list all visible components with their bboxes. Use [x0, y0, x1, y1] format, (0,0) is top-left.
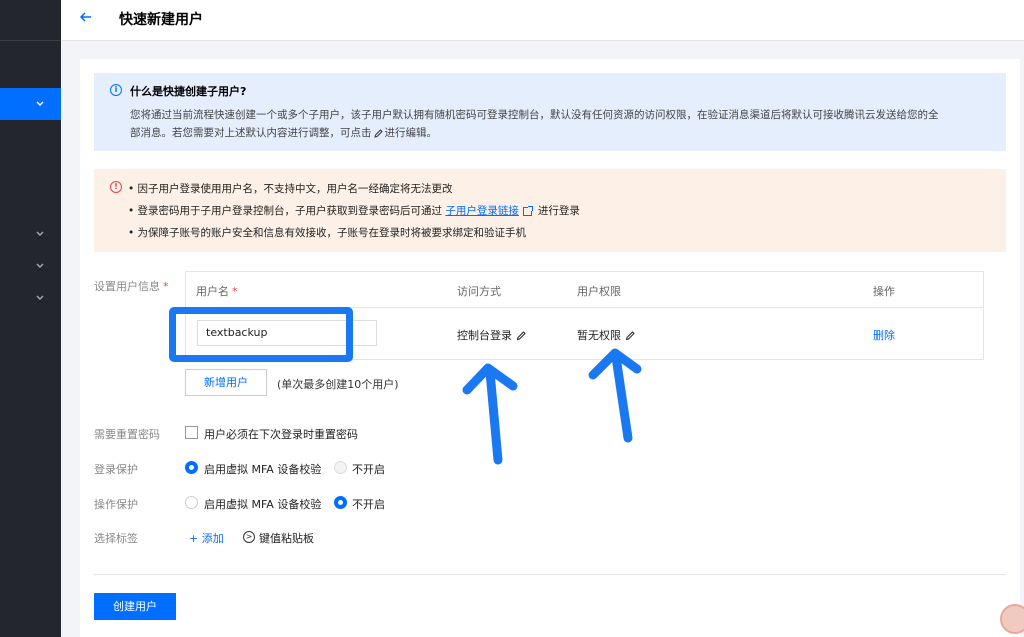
info-body-text: 进行编辑。	[384, 127, 438, 139]
col-action: 操作	[873, 285, 895, 298]
op-protect-off-label: 不开启	[352, 498, 385, 511]
sidebar-item-active[interactable]	[0, 88, 61, 120]
add-user-button[interactable]: 新增用户	[185, 369, 267, 396]
login-protect-mfa-radio[interactable]	[185, 461, 198, 474]
warning-item: 因子用户登录使用用户名，不支持中文，用户名一经确定将无法更改	[128, 181, 580, 203]
annotation-arrow-icon	[588, 348, 642, 443]
warning-list: 因子用户登录使用用户名，不支持中文，用户名一经确定将无法更改 登录密码用于子用户…	[128, 181, 580, 247]
assistant-avatar[interactable]	[1000, 604, 1024, 634]
permission-cell: 暂无权限	[577, 327, 636, 343]
info-body-text: 您将通过当前流程快速创建一个或多个子用户，该子用户默认拥有随机密码可登录控制台，…	[130, 109, 939, 121]
op-protect-mfa-label: 启用虚拟 MFA 设备校验	[204, 498, 322, 511]
chevron-down-icon[interactable]	[35, 261, 45, 271]
login-protect-off-label: 不开启	[352, 463, 385, 476]
back-arrow-icon[interactable]	[78, 9, 94, 25]
info-notice: i 什么是快捷创建子用户? 您将通过当前流程快速创建一个或多个子用户，该子用户默…	[94, 73, 1006, 151]
op-protect-label: 操作保护	[94, 498, 138, 511]
pencil-icon[interactable]	[516, 330, 527, 341]
reset-password-option: 用户必须在下次登录时重置密码	[204, 428, 358, 441]
user-info-label: 设置用户信息 *	[94, 280, 169, 293]
chevron-right-circle-icon[interactable]: >	[243, 531, 255, 543]
warning-notice: ! 因子用户登录使用用户名，不支持中文，用户名一经确定将无法更改 登录密码用于子…	[94, 169, 1006, 252]
chevron-down-icon[interactable]	[35, 293, 45, 303]
page-header: 快速新建用户	[61, 0, 1024, 41]
edit-icon[interactable]	[373, 128, 384, 139]
info-body-text: 部消息。若您需要对上述默认内容进行调整，可点击	[130, 127, 372, 139]
warning-icon: !	[110, 181, 122, 193]
divider	[94, 574, 1006, 575]
login-protect-label: 登录保护	[94, 463, 138, 476]
pencil-icon[interactable]	[625, 330, 636, 341]
op-protect-off-radio[interactable]	[334, 496, 347, 509]
chevron-down-icon	[35, 99, 45, 109]
login-protect-off-radio[interactable]	[334, 461, 347, 474]
reset-password-label: 需要重置密码	[94, 428, 160, 441]
access-cell: 控制台登录	[457, 327, 527, 343]
col-access: 访问方式	[457, 285, 501, 298]
col-username: 用户名 *	[196, 285, 238, 298]
external-link-icon	[522, 205, 533, 216]
warning-item: 登录密码用于子用户登录控制台，子用户获取到登录密码后可通过 子用户登录链接进行登…	[128, 203, 580, 225]
kv-paste-board[interactable]: 键值粘贴板	[259, 530, 314, 546]
login-protect-mfa-label: 启用虚拟 MFA 设备校验	[204, 463, 322, 476]
chevron-down-icon[interactable]	[35, 229, 45, 239]
info-body: 您将通过当前流程快速创建一个或多个子用户，该子用户默认拥有随机密码可登录控制台，…	[130, 106, 990, 142]
sub-user-login-link[interactable]: 子用户登录链接	[445, 205, 519, 217]
reset-password-checkbox[interactable]	[185, 426, 198, 439]
col-permission: 用户权限	[577, 285, 621, 298]
op-protect-mfa-radio[interactable]	[185, 496, 198, 509]
delete-link[interactable]: 删除	[873, 327, 895, 343]
sidebar-divider	[0, 40, 61, 41]
annotation-highlight-box	[169, 307, 353, 362]
annotation-arrow-icon	[462, 363, 518, 465]
warning-item: 为保障子账号的账户安全和信息有效接收，子账号在登录时将被要求绑定和验证手机	[128, 225, 580, 247]
tags-label: 选择标签	[94, 532, 138, 545]
sidebar	[0, 0, 61, 637]
add-tag-link[interactable]: + 添加	[189, 530, 224, 546]
table-header: 用户名 * 访问方式 用户权限 操作	[186, 272, 983, 308]
add-user-hint: (单次最多创建10个用户)	[277, 378, 399, 391]
info-icon: i	[110, 84, 122, 96]
page-title: 快速新建用户	[119, 12, 203, 28]
create-user-button[interactable]: 创建用户	[94, 593, 176, 620]
info-title: 什么是快捷创建子用户?	[130, 85, 247, 98]
